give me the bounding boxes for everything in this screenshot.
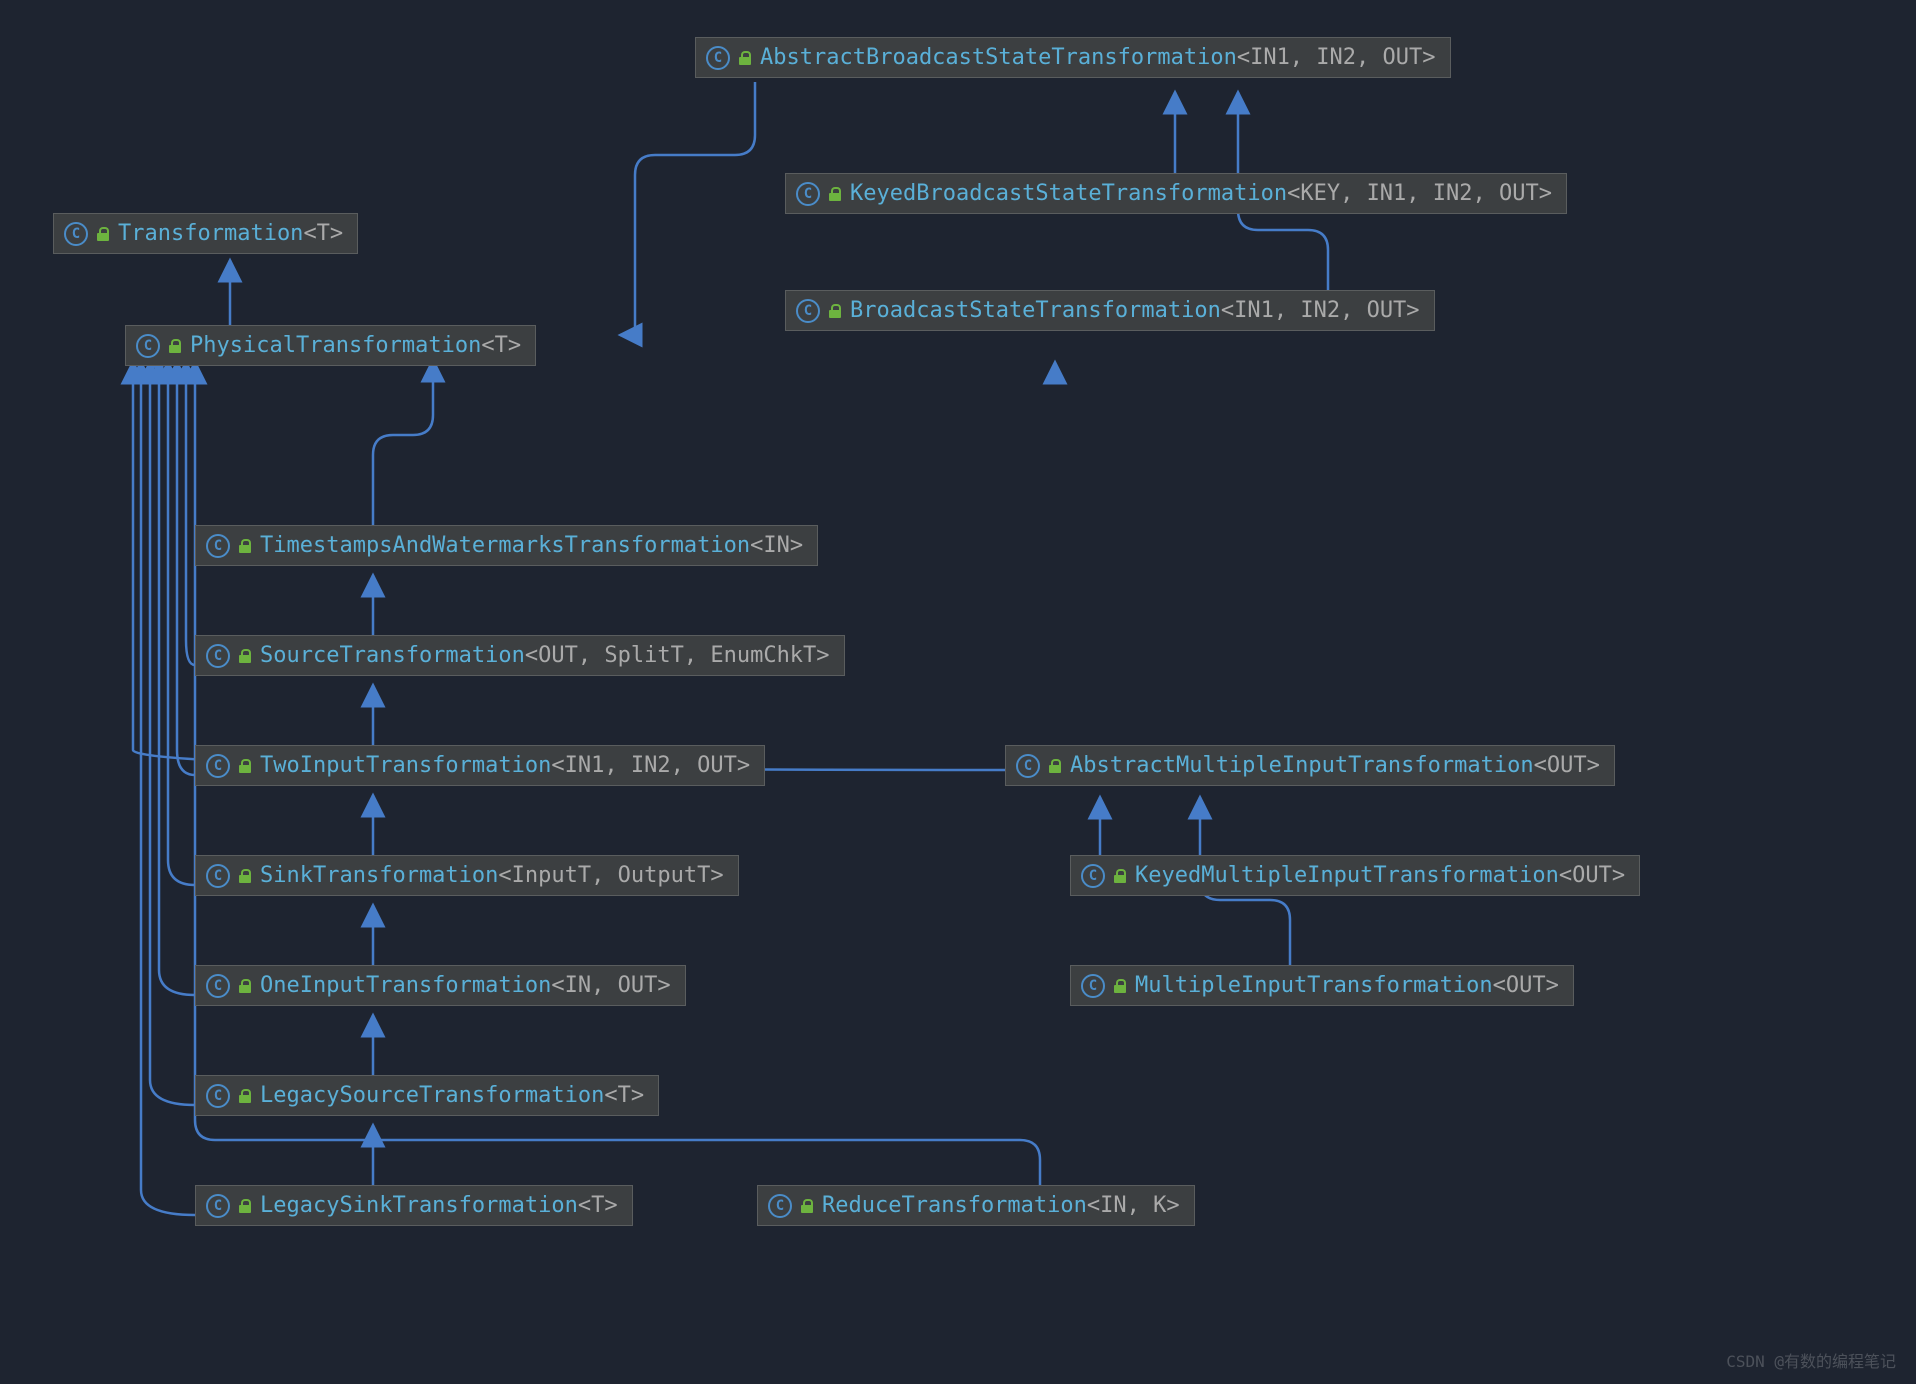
class-icon [136,334,160,358]
lock-icon [828,187,842,201]
generics: <IN1, IN2, OUT> [551,753,750,778]
class-icon [206,644,230,668]
generics: <OUT, SplitT, EnumChkT> [525,643,830,668]
node-reduce[interactable]: ReduceTransformation<IN, K> [757,1185,1195,1226]
watermark: CSDN @有数的编程笔记 [1726,1348,1896,1372]
class-icon [206,974,230,998]
generics: <OUT> [1534,753,1600,778]
generics: <IN, K> [1087,1193,1180,1218]
node-broadcast[interactable]: BroadcastStateTransformation<IN1, IN2, O… [785,290,1435,331]
lock-icon [238,979,252,993]
lock-icon [738,51,752,65]
generics: <T> [303,221,343,246]
class-name: AbstractBroadcastStateTransformation [760,45,1237,70]
generics: <IN1, IN2, OUT> [1237,45,1436,70]
generics: <IN, OUT> [551,973,670,998]
lock-icon [168,339,182,353]
node-sink[interactable]: SinkTransformation<InputT, OutputT> [195,855,739,896]
class-icon [1016,754,1040,778]
lock-icon [238,869,252,883]
generics: <T> [481,333,521,358]
class-icon [206,864,230,888]
class-name: Transformation [118,221,303,246]
class-name: SinkTransformation [260,863,498,888]
class-icon [206,1194,230,1218]
node-multi[interactable]: MultipleInputTransformation<OUT> [1070,965,1574,1006]
class-icon [796,299,820,323]
node-two-input[interactable]: TwoInputTransformation<IN1, IN2, OUT> [195,745,765,786]
generics: <OUT> [1559,863,1625,888]
class-icon [768,1194,792,1218]
lock-icon [800,1199,814,1213]
class-icon [1081,974,1105,998]
class-name: MultipleInputTransformation [1135,973,1493,998]
class-name: KeyedMultipleInputTransformation [1135,863,1559,888]
lock-icon [238,759,252,773]
lock-icon [238,1199,252,1213]
generics: <IN> [750,533,803,558]
class-icon [206,754,230,778]
class-icon [206,1084,230,1108]
lock-icon [828,304,842,318]
class-name: SourceTransformation [260,643,525,668]
node-timestamps[interactable]: TimestampsAndWatermarksTransformation<IN… [195,525,818,566]
generics: <T> [578,1193,618,1218]
generics: <OUT> [1493,973,1559,998]
class-name: ReduceTransformation [822,1193,1087,1218]
node-abstract-multi[interactable]: AbstractMultipleInputTransformation<OUT> [1005,745,1615,786]
lock-icon [238,649,252,663]
class-name: LegacySourceTransformation [260,1083,604,1108]
class-name: KeyedBroadcastStateTransformation [850,181,1287,206]
node-physical-transformation[interactable]: PhysicalTransformation<T> [125,325,536,366]
lock-icon [96,227,110,241]
class-icon [796,182,820,206]
lock-icon [1113,869,1127,883]
lock-icon [238,539,252,553]
lock-icon [238,1089,252,1103]
generics: <T> [604,1083,644,1108]
node-keyed-multi[interactable]: KeyedMultipleInputTransformation<OUT> [1070,855,1640,896]
lock-icon [1048,759,1062,773]
node-legacy-source[interactable]: LegacySourceTransformation<T> [195,1075,659,1116]
node-legacy-sink[interactable]: LegacySinkTransformation<T> [195,1185,633,1226]
class-name: TwoInputTransformation [260,753,551,778]
node-transformation[interactable]: Transformation<T> [53,213,358,254]
class-name: LegacySinkTransformation [260,1193,578,1218]
class-icon [206,534,230,558]
node-source[interactable]: SourceTransformation<OUT, SplitT, EnumCh… [195,635,845,676]
generics: <IN1, IN2, OUT> [1221,298,1420,323]
node-keyed-broadcast[interactable]: KeyedBroadcastStateTransformation<KEY, I… [785,173,1567,214]
class-icon [64,222,88,246]
class-icon [706,46,730,70]
class-name: AbstractMultipleInputTransformation [1070,753,1534,778]
node-one-input[interactable]: OneInputTransformation<IN, OUT> [195,965,686,1006]
generics: <InputT, OutputT> [498,863,723,888]
node-abstract-broadcast[interactable]: AbstractBroadcastStateTransformation<IN1… [695,37,1451,78]
class-name: TimestampsAndWatermarksTransformation [260,533,750,558]
lock-icon [1113,979,1127,993]
class-icon [1081,864,1105,888]
class-name: OneInputTransformation [260,973,551,998]
class-name: BroadcastStateTransformation [850,298,1221,323]
class-name: PhysicalTransformation [190,333,481,358]
generics: <KEY, IN1, IN2, OUT> [1287,181,1552,206]
